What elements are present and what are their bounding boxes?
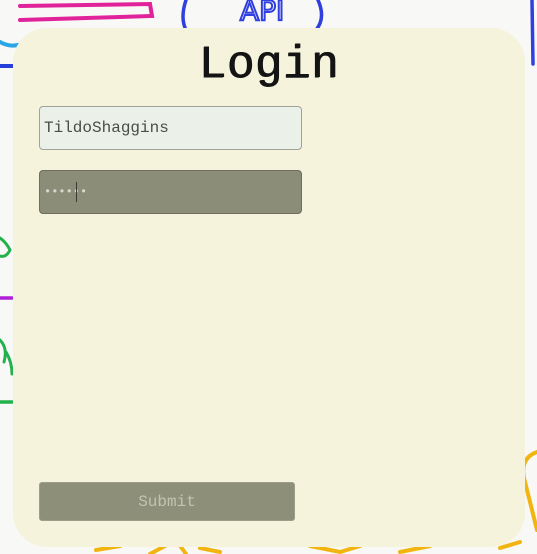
- login-card: Login Submit: [13, 28, 525, 547]
- api-doodle-text: API: [240, 0, 284, 27]
- api-bubble-right: [314, 0, 324, 32]
- right-blue-doodle-line: [530, 0, 535, 66]
- password-input[interactable]: [39, 170, 302, 214]
- login-title: Login: [198, 39, 340, 91]
- submit-button[interactable]: Submit: [39, 482, 295, 521]
- login-page: API Login Submit: [0, 0, 537, 554]
- api-bubble-left: [181, 0, 188, 32]
- left-green-doodle: [0, 236, 12, 258]
- pink-doodle-line: [18, 1, 155, 22]
- yellow-doodle-shape: [521, 450, 537, 532]
- username-input[interactable]: [39, 106, 302, 150]
- left-green-doodle-loop: [0, 338, 14, 376]
- text-cursor: [76, 182, 77, 202]
